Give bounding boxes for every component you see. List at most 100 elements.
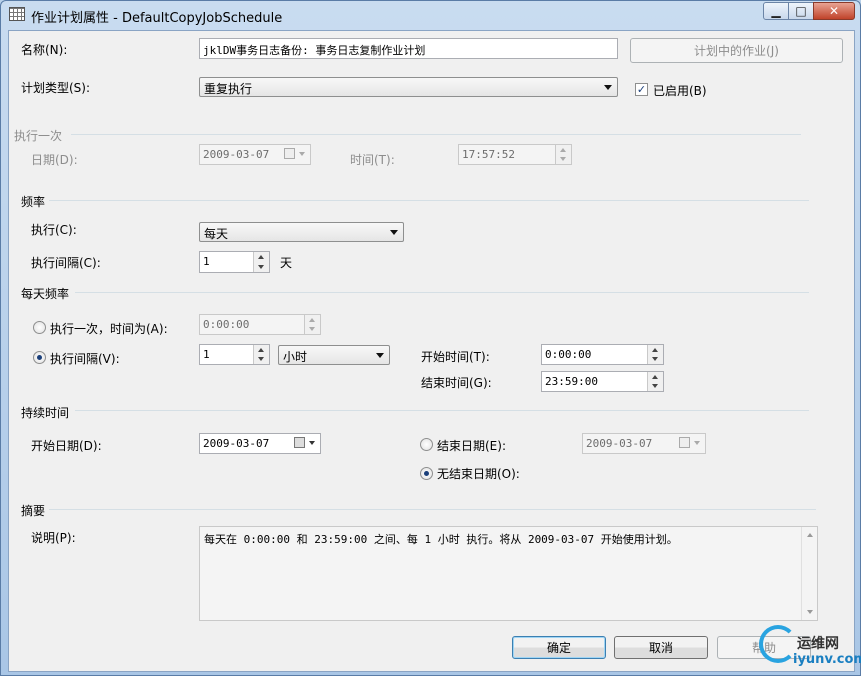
end-time-value: 23:59:00 — [545, 375, 598, 388]
occurs-every-value: 1 — [203, 348, 210, 361]
jobs-in-schedule-button[interactable]: 计划中的作业(J) — [630, 38, 843, 63]
occurs-every-radio[interactable] — [33, 351, 46, 364]
one-time-time-label: 时间(T): — [350, 153, 395, 167]
calendar-icon — [294, 437, 305, 448]
occurs-label: 执行(C): — [31, 223, 77, 237]
spin-down-icon — [309, 327, 315, 331]
watermark-en-text: iyunv.com — [793, 652, 861, 667]
start-date-picker[interactable]: 2009-03-07 — [199, 433, 321, 454]
watermark-logo-icon — [759, 625, 797, 663]
chevron-down-icon — [376, 353, 384, 358]
daily-frequency-divider — [75, 292, 809, 293]
end-date-label: 结束日期(E): — [437, 439, 506, 453]
spin-down-icon — [652, 384, 658, 388]
start-time-spinner[interactable] — [647, 345, 663, 364]
description-label: 说明(P): — [31, 531, 76, 545]
frequency-section-title: 频率 — [21, 195, 46, 209]
title-bar[interactable]: 作业计划属性 - DefaultCopyJobSchedule ▁ □ ✕ — [1, 1, 860, 29]
recurs-every-value: 1 — [203, 255, 210, 268]
scroll-down-icon — [807, 610, 813, 614]
one-time-section-title: 执行一次 — [14, 129, 63, 143]
name-label: 名称(N): — [21, 43, 68, 57]
name-input[interactable]: jklDW事务日志备份: 事务日志复制作业计划 — [199, 38, 618, 59]
summary-section-title: 摘要 — [21, 504, 46, 518]
occurs-once-time-value: 0:00:00 — [203, 318, 250, 331]
recurs-every-unit: 天 — [280, 256, 293, 270]
spin-up-icon — [309, 318, 315, 322]
calendar-icon — [284, 148, 295, 159]
occurs-every-input[interactable]: 1 — [199, 344, 270, 365]
one-time-date-label: 日期(D): — [31, 153, 78, 167]
no-end-date-label: 无结束日期(O): — [437, 467, 520, 481]
recurs-every-spinner[interactable] — [253, 252, 269, 272]
description-scrollbar[interactable] — [801, 527, 817, 620]
scroll-up-icon — [807, 533, 813, 537]
end-time-label: 结束时间(G): — [421, 376, 492, 390]
daily-frequency-section-title: 每天频率 — [21, 287, 70, 301]
one-time-divider — [71, 134, 801, 135]
spin-down-icon — [258, 357, 264, 361]
occurs-every-unit-select[interactable]: 小时 — [278, 345, 390, 365]
dialog-client-area: 名称(N): jklDW事务日志备份: 事务日志复制作业计划 计划中的作业(J)… — [8, 30, 855, 672]
spin-up-icon — [560, 148, 566, 152]
maximize-button[interactable]: □ — [788, 2, 814, 20]
spin-down-icon — [652, 357, 658, 361]
chevron-down-icon — [309, 441, 315, 445]
occurs-once-radio[interactable] — [33, 321, 46, 334]
occurs-every-spinner[interactable] — [253, 345, 269, 364]
spin-up-icon — [652, 348, 658, 352]
spin-down-icon — [560, 157, 566, 161]
calendar-icon — [679, 437, 690, 448]
end-date-radio[interactable] — [420, 438, 433, 451]
occurs-once-time-spinner — [304, 315, 320, 334]
duration-section-title: 持续时间 — [21, 406, 70, 420]
close-button[interactable]: ✕ — [813, 2, 855, 20]
description-textarea[interactable]: 每天在 0:00:00 和 23:59:00 之间、每 1 小时 执行。将从 2… — [199, 526, 818, 621]
site-watermark: 运维网 iyunv.com — [753, 621, 861, 673]
summary-divider — [49, 509, 816, 510]
minimize-icon: ▁ — [771, 4, 781, 18]
occurs-every-unit-value: 小时 — [283, 350, 308, 364]
one-time-time-spinner — [555, 145, 571, 164]
spin-down-icon — [258, 265, 264, 269]
dialog-window: 作业计划属性 - DefaultCopyJobSchedule ▁ □ ✕ 名称… — [0, 0, 861, 676]
one-time-date-picker: 2009-03-07 — [199, 144, 311, 165]
start-date-value: 2009-03-07 — [203, 437, 270, 450]
spin-up-icon — [258, 348, 264, 352]
end-time-input[interactable]: 23:59:00 — [541, 371, 664, 392]
cancel-button[interactable]: 取消 — [614, 636, 708, 659]
frequency-divider — [49, 200, 809, 201]
occurs-value: 每天 — [204, 227, 229, 241]
table-icon — [9, 7, 25, 21]
chevron-down-icon — [299, 152, 305, 156]
occurs-once-label: 执行一次，时间为(A): — [50, 322, 168, 336]
close-icon: ✕ — [828, 4, 840, 18]
schedule-type-value: 重复执行 — [204, 82, 253, 96]
spin-up-icon — [258, 255, 264, 259]
end-time-spinner[interactable] — [647, 372, 663, 391]
chevron-down-icon — [604, 85, 612, 90]
chevron-down-icon — [694, 441, 700, 445]
one-time-date-value: 2009-03-07 — [203, 148, 270, 161]
duration-divider — [75, 410, 809, 411]
end-date-picker: 2009-03-07 — [582, 433, 706, 454]
start-time-label: 开始时间(T): — [421, 350, 490, 364]
enabled-label: 已启用(B) — [653, 84, 707, 98]
description-value: 每天在 0:00:00 和 23:59:00 之间、每 1 小时 执行。将从 2… — [204, 533, 678, 546]
one-time-time-input: 17:57:52 — [458, 144, 572, 165]
enabled-checkbox[interactable]: ✓ — [635, 83, 648, 96]
recurs-every-label: 执行间隔(C): — [31, 256, 101, 270]
start-time-value: 0:00:00 — [545, 348, 592, 361]
maximize-icon: □ — [795, 4, 807, 18]
recurs-every-input[interactable]: 1 — [199, 251, 270, 273]
minimize-button[interactable]: ▁ — [763, 2, 789, 20]
one-time-time-value: 17:57:52 — [462, 148, 515, 161]
schedule-type-select[interactable]: 重复执行 — [199, 77, 618, 97]
occurs-select[interactable]: 每天 — [199, 222, 404, 242]
no-end-date-radio[interactable] — [420, 467, 433, 480]
schedule-type-label: 计划类型(S): — [21, 81, 91, 95]
window-title: 作业计划属性 - DefaultCopyJobSchedule — [31, 11, 283, 26]
start-time-input[interactable]: 0:00:00 — [541, 344, 664, 365]
ok-button[interactable]: 确定 — [512, 636, 606, 659]
end-date-value: 2009-03-07 — [586, 437, 653, 450]
